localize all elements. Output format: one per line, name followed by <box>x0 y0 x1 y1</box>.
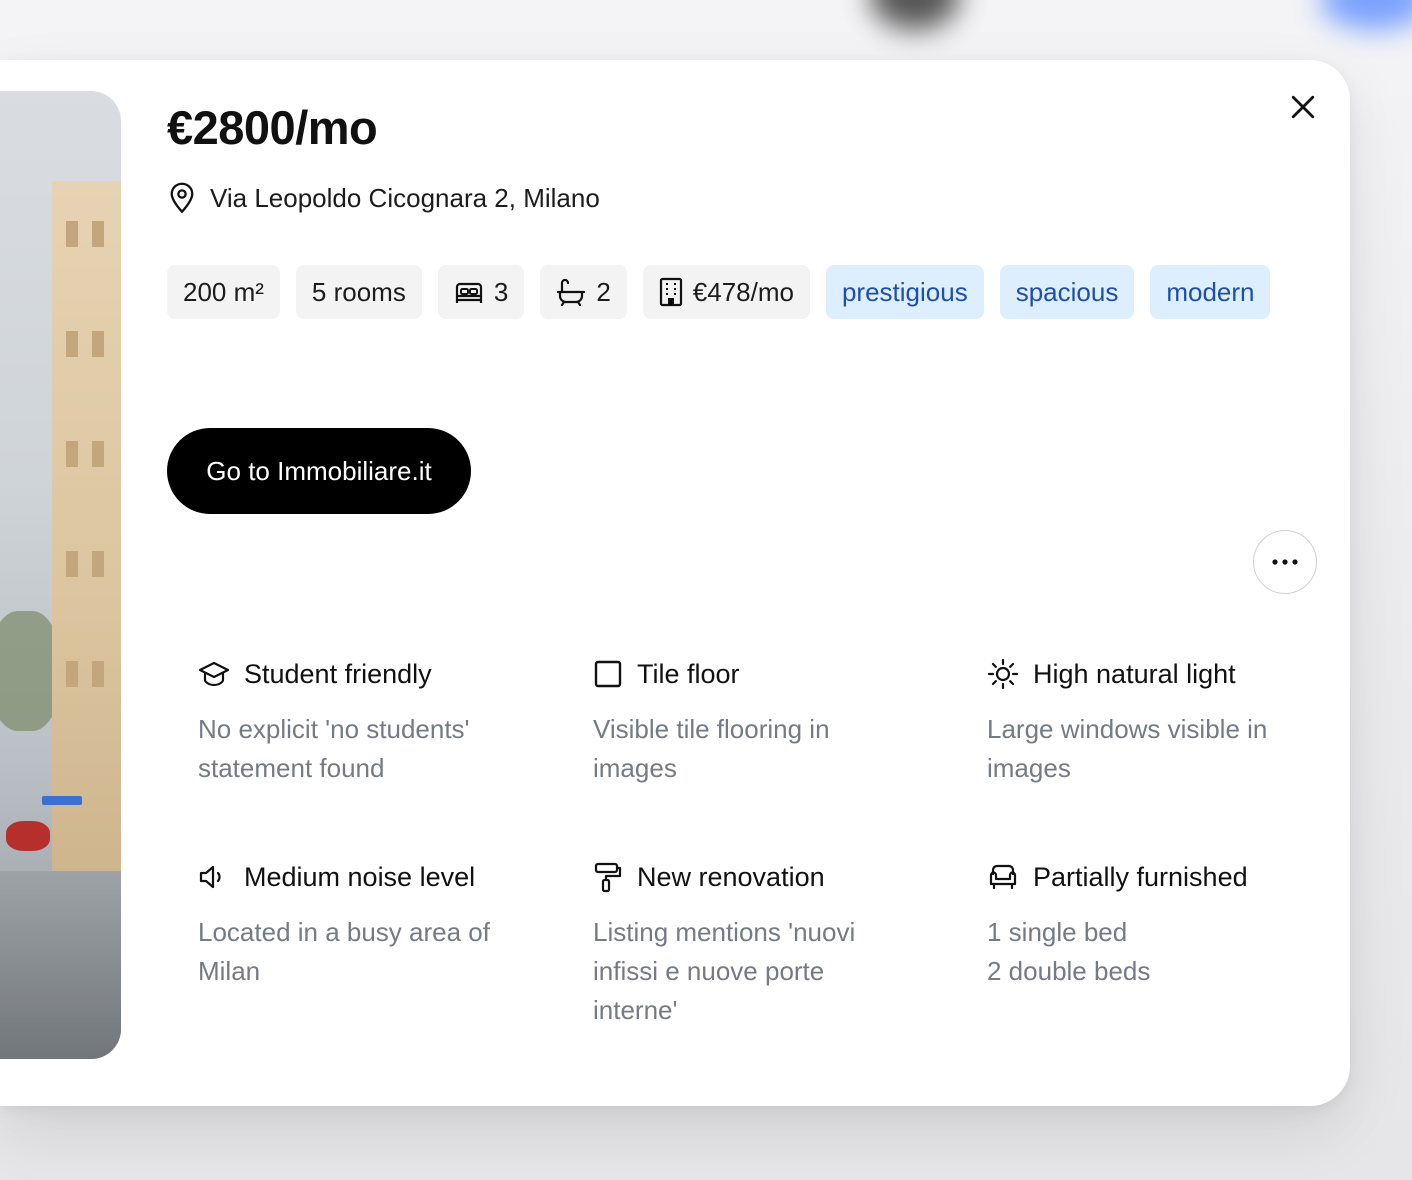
sun-icon <box>987 658 1019 690</box>
more-options-button[interactable] <box>1253 530 1317 594</box>
bathrooms-chip: 2 <box>540 265 627 319</box>
feature-description: Listing mentions 'nuovi infissi e nuove … <box>593 917 856 1025</box>
blurred-background-element <box>1320 0 1412 30</box>
feature-new-renovation: New renovation Listing mentions 'nuovi i… <box>593 859 933 1030</box>
bathtub-icon <box>557 278 586 306</box>
address-text: Via Leopoldo Cicognara 2, Milano <box>210 182 600 213</box>
feature-title: High natural light <box>1033 658 1236 689</box>
square-icon <box>594 660 622 688</box>
feature-partially-furnished: Partially furnished 1 single bed 2 doubl… <box>987 859 1327 991</box>
feature-high-natural-light: High natural light Large windows visible… <box>987 656 1327 788</box>
feature-description: Located in a busy area of Milan <box>198 917 490 986</box>
close-icon <box>1291 95 1315 119</box>
feature-title: Student friendly <box>244 658 432 689</box>
area-chip: 200 m² <box>167 265 280 319</box>
feature-tile-floor: Tile floor Visible tile flooring in imag… <box>593 656 933 788</box>
tag-chip: modern <box>1150 265 1271 319</box>
listing-chips: 200 m² 5 rooms 3 2 €478/mo prestigious s… <box>167 265 1271 319</box>
feature-student-friendly: Student friendly No explicit 'no student… <box>198 656 538 788</box>
feature-description: Visible tile flooring in images <box>593 714 830 783</box>
graduation-cap-icon <box>198 661 230 687</box>
close-button[interactable] <box>1284 88 1322 126</box>
blurred-background-element <box>870 0 960 30</box>
feature-title: New renovation <box>637 861 825 892</box>
feature-medium-noise-level: Medium noise level Located in a busy are… <box>198 859 538 991</box>
building-icon <box>659 277 682 307</box>
listing-address: Via Leopoldo Cicognara 2, Milano <box>168 180 600 216</box>
speaker-icon <box>199 865 221 889</box>
armchair-icon <box>989 864 1017 890</box>
condo-fee-chip: €478/mo <box>642 265 810 319</box>
more-horizontal-icon <box>1272 559 1298 565</box>
feature-description: No explicit 'no students' statement foun… <box>198 714 470 783</box>
paint-roller-icon <box>594 862 622 893</box>
feature-title: Tile floor <box>637 658 740 689</box>
tag-chip: prestigious <box>825 265 984 319</box>
tag-chip: spacious <box>999 265 1135 319</box>
feature-description: 1 single bed 2 double beds <box>987 917 1151 986</box>
listing-detail-card: €2800/mo Via Leopoldo Cicognara 2, Milan… <box>0 60 1350 1106</box>
rooms-chip: 5 rooms <box>295 265 422 319</box>
bedrooms-chip: 3 <box>437 265 525 319</box>
go-to-immobiliare-button[interactable]: Go to Immobiliare.it <box>167 428 471 514</box>
feature-description: Large windows visible in images <box>987 714 1268 783</box>
bed-icon <box>455 282 482 303</box>
feature-title: Partially furnished <box>1033 861 1248 892</box>
feature-title: Medium noise level <box>244 861 476 892</box>
listing-photo[interactable] <box>0 91 121 1059</box>
map-pin-icon <box>170 182 194 214</box>
listing-price: €2800/mo <box>167 101 378 154</box>
